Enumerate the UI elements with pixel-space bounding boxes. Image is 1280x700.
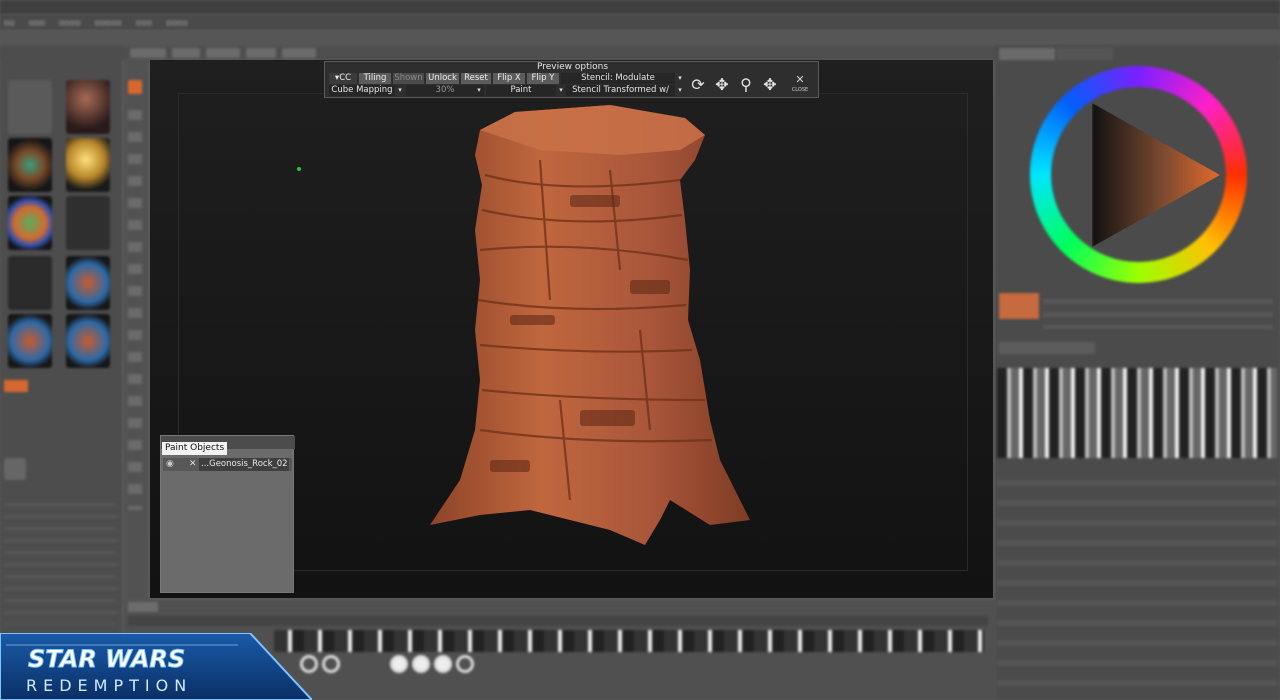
flip-x-button[interactable]: Flip X bbox=[493, 73, 525, 84]
top-toolbar bbox=[0, 30, 1280, 46]
reset-button[interactable]: Reset bbox=[461, 73, 491, 84]
brush-icon[interactable] bbox=[412, 655, 430, 673]
panel-tab[interactable] bbox=[999, 48, 1055, 60]
room-tab[interactable] bbox=[172, 48, 200, 58]
materials-panel bbox=[0, 46, 122, 636]
brush-icon[interactable] bbox=[390, 655, 408, 673]
material-thumb[interactable] bbox=[66, 80, 110, 134]
paint-objects-tab[interactable]: Paint Objects bbox=[162, 442, 228, 455]
current-color-swatch[interactable] bbox=[999, 293, 1039, 319]
room-tab[interactable] bbox=[130, 48, 166, 58]
menu-item[interactable]: ▫▫ bbox=[4, 18, 15, 27]
shown-button[interactable]: Shown bbox=[393, 73, 424, 84]
close-label: CLOSE bbox=[791, 87, 809, 93]
cc-button[interactable]: ▾CC bbox=[329, 73, 357, 84]
menu-item[interactable]: ▫▫▫ bbox=[136, 18, 152, 27]
stencil-transform-select[interactable]: Stencil Transformed w/ bbox=[566, 85, 675, 96]
tiling-button[interactable]: Tiling bbox=[359, 73, 391, 84]
tool-column bbox=[124, 60, 148, 600]
room-tab[interactable] bbox=[246, 48, 276, 58]
rock-model[interactable] bbox=[420, 100, 765, 550]
paint-object-row[interactable]: ◉ ✕ ...Geonosis_Rock_02 bbox=[163, 458, 292, 471]
brush-preview[interactable] bbox=[4, 458, 26, 480]
material-thumb[interactable] bbox=[8, 314, 52, 368]
logo-line1: STAR WARS bbox=[28, 645, 185, 673]
percent-field[interactable]: 30% bbox=[406, 85, 484, 96]
preview-options-title: Preview options bbox=[536, 62, 609, 72]
material-thumb[interactable] bbox=[66, 196, 110, 250]
room-tab[interactable] bbox=[206, 48, 240, 58]
rotate-icon[interactable]: ⟳ bbox=[689, 75, 707, 95]
stencil-mode-select[interactable]: Stencil: Modulate bbox=[561, 73, 675, 84]
move-icon[interactable]: ✥ bbox=[713, 75, 731, 95]
material-thumb[interactable] bbox=[8, 256, 52, 310]
zoom-icon[interactable]: ⚲ bbox=[737, 75, 755, 95]
cc-label: CC bbox=[339, 73, 352, 83]
stencil-transform-dropdown-icon[interactable]: ▾ bbox=[676, 85, 684, 96]
material-thumb[interactable] bbox=[8, 80, 52, 134]
light-marker-icon bbox=[297, 167, 301, 171]
logo-line2: REDEMPTION bbox=[26, 676, 192, 695]
percent-dropdown-icon[interactable]: ▾ bbox=[475, 85, 483, 96]
panel-tab[interactable] bbox=[1057, 48, 1113, 60]
material-thumb[interactable] bbox=[66, 256, 110, 310]
paint-dropdown-icon[interactable]: ▾ bbox=[557, 85, 565, 96]
brush-tab[interactable] bbox=[128, 602, 158, 612]
brush-icon[interactable] bbox=[434, 655, 452, 673]
mapping-select[interactable]: Cube Mapping bbox=[329, 85, 395, 96]
brush-options-row bbox=[128, 616, 988, 626]
pan-icon[interactable]: ✥ bbox=[761, 75, 779, 95]
material-thumb[interactable] bbox=[8, 138, 52, 192]
active-tool-icon[interactable] bbox=[128, 80, 142, 94]
close-icon[interactable]: ✕ bbox=[189, 458, 197, 471]
color-chip[interactable] bbox=[4, 380, 28, 392]
eye-icon[interactable]: ◉ bbox=[166, 458, 174, 471]
preview-options-panel: Preview options ▾CC Tiling Shown Unlock … bbox=[324, 61, 819, 98]
menu-item[interactable]: ▫▫▫▫ bbox=[59, 18, 81, 27]
room-tab[interactable] bbox=[282, 48, 316, 58]
stencil-mode-dropdown-icon[interactable]: ▾ bbox=[676, 73, 684, 84]
brush-icon[interactable] bbox=[456, 655, 474, 673]
flip-y-button[interactable]: Flip Y bbox=[527, 73, 559, 84]
brush-alpha-strip[interactable] bbox=[274, 630, 984, 652]
window-titlebar bbox=[0, 0, 1280, 14]
stencils-tab[interactable] bbox=[999, 342, 1095, 354]
layers-panel bbox=[997, 466, 1277, 700]
paint-objects-panel: Paint Objects ◉ ✕ ...Geonosis_Rock_02 bbox=[160, 435, 295, 593]
material-thumb[interactable] bbox=[8, 196, 52, 250]
stencil-grid[interactable] bbox=[997, 368, 1277, 458]
unlock-button[interactable]: Unlock bbox=[426, 73, 459, 84]
menu-bar: ▫▫ ▫▫▫ ▫▫▫▫ ▫▫▫▫▫ ▫▫▫ ▫▫▫▫ bbox=[0, 14, 1280, 30]
material-thumb[interactable] bbox=[66, 138, 110, 192]
close-icon: ✕ bbox=[795, 73, 805, 86]
tool-icons[interactable] bbox=[128, 110, 142, 510]
menu-item[interactable]: ▫▫▫ bbox=[29, 18, 45, 27]
paint-object-name[interactable]: ...Geonosis_Rock_02 bbox=[199, 458, 289, 471]
color-sliders[interactable] bbox=[1043, 291, 1273, 329]
material-thumb[interactable] bbox=[66, 314, 110, 368]
brush-settings-list bbox=[4, 494, 116, 624]
mapping-dropdown-icon[interactable]: ▾ bbox=[396, 85, 404, 96]
menu-item[interactable]: ▫▫▫▫ bbox=[166, 18, 188, 27]
close-button[interactable]: ✕ CLOSE bbox=[787, 74, 813, 96]
star-wars-redemption-logo: STAR WARS REDEMPTION bbox=[0, 633, 312, 700]
brush-icon[interactable] bbox=[322, 655, 340, 673]
paint-select[interactable]: Paint bbox=[486, 85, 556, 96]
menu-item[interactable]: ▫▫▫▫▫ bbox=[95, 18, 122, 27]
